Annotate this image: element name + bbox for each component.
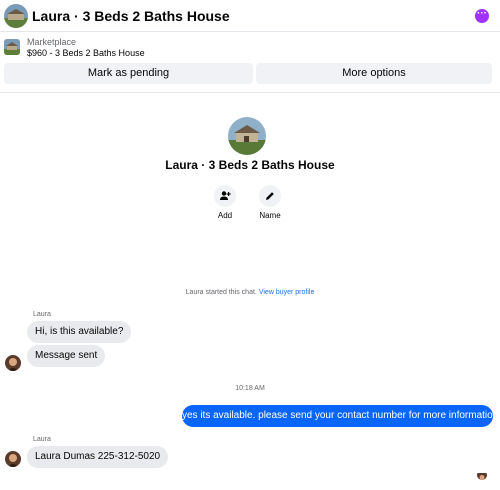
listing-thumbnail-small <box>4 39 20 55</box>
sender-avatar[interactable] <box>5 451 21 467</box>
outgoing-message-bubble[interactable]: yes its available. please send your cont… <box>182 405 498 427</box>
mark-as-pending-button[interactable]: Mark as pending <box>4 63 253 84</box>
name-button[interactable]: Name <box>250 185 290 220</box>
more-dots-icon[interactable]: ··· <box>475 9 489 23</box>
listing-summary[interactable]: Marketplace $960 - 3 Beds 2 Baths House <box>0 36 500 60</box>
divider <box>0 92 500 93</box>
listing-price-title: $960 - 3 Beds 2 Baths House <box>27 48 145 58</box>
seen-receipt-avatar <box>477 470 487 480</box>
message-bubble[interactable]: Message sent <box>27 345 106 367</box>
chat-title: Laura · 3 Beds 2 Baths House <box>32 8 230 24</box>
add-button[interactable]: Add <box>205 185 245 220</box>
chat-started-notice: Laura started this chat. View buyer prof… <box>0 289 500 296</box>
listing-source: Marketplace <box>27 37 77 47</box>
listing-thumbnail[interactable] <box>4 4 28 28</box>
message-timestamp: 10:18 AM <box>235 385 265 392</box>
add-person-icon <box>214 185 236 207</box>
pencil-icon <box>259 185 281 207</box>
sender-name: Laura <box>33 311 51 318</box>
chat-started-text: Laura started this chat. <box>185 289 257 296</box>
message-bubble[interactable]: Laura Dumas 225-312-5020 <box>27 446 169 468</box>
name-label: Name <box>259 211 281 220</box>
add-label: Add <box>217 211 233 220</box>
message-bubble[interactable]: Hi, is this available? <box>27 321 132 343</box>
more-options-button[interactable]: More options <box>256 63 492 84</box>
sender-name: Laura <box>33 436 51 443</box>
chat-header: Laura · 3 Beds 2 Baths House ··· <box>0 0 500 32</box>
sender-avatar[interactable] <box>5 355 21 371</box>
view-buyer-profile-link[interactable]: View buyer profile <box>259 289 315 296</box>
profile-name: Laura · 3 Beds 2 Baths House <box>165 158 335 172</box>
profile-avatar[interactable] <box>228 117 266 155</box>
